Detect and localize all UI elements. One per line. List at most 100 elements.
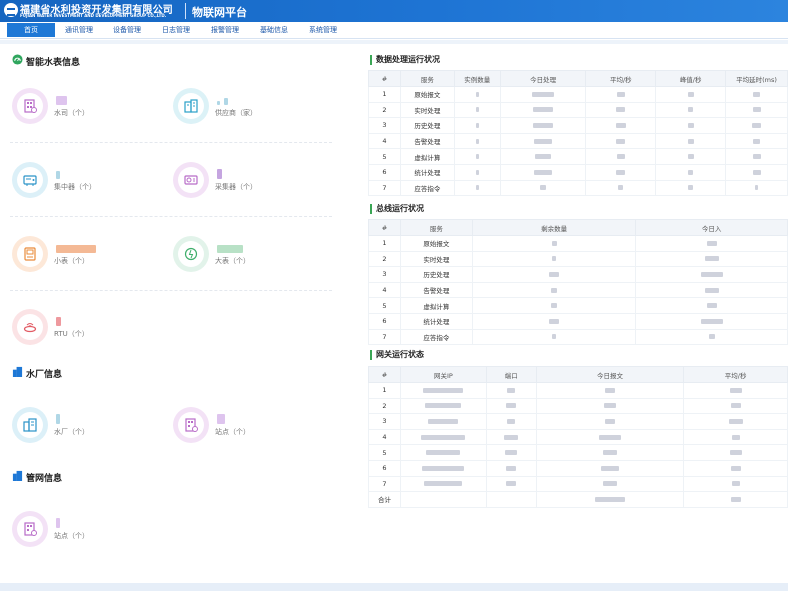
bus-row[interactable]: 1 原始报文 (368, 235, 788, 252)
blurred-value (532, 91, 555, 97)
app-root: 福建省水利投资开发集团有限公司 FUJIAN WATER INVESTMENT … (0, 0, 788, 591)
bus-row[interactable]: 4 告警处理 (368, 281, 788, 299)
row-service: 应答指令 (399, 328, 473, 346)
nav-device[interactable]: 设备管理 (113, 25, 141, 35)
platform-title: 物联网平台 (192, 6, 247, 19)
bus-row[interactable]: 2 实时处理 (368, 250, 788, 268)
large-meter-label: 大表（个） (215, 257, 250, 265)
blurred-value (598, 434, 621, 440)
top-band (0, 40, 788, 44)
col-peak-per-sec: 峰值/秒 (655, 70, 727, 87)
bus-row[interactable]: 3 历史处理 (368, 266, 788, 283)
total-label: 合计 (368, 491, 401, 508)
row-no: 6 (368, 459, 401, 477)
row-service: 原始报文 (399, 235, 473, 252)
supplier-label: 供应商（家） (215, 109, 257, 117)
bus-row[interactable]: 6 统计处理 (368, 312, 788, 330)
collector-label: 采集器（个） (215, 183, 257, 191)
data-processing-row[interactable]: 1 原始报文 (368, 86, 788, 103)
row-no: 6 (368, 163, 401, 181)
nav-log[interactable]: 日志管理 (162, 25, 190, 35)
blurred-value (688, 107, 694, 113)
card-large-meter[interactable]: 大表（个） (173, 236, 323, 286)
collector-icon (184, 175, 198, 185)
row-service: 虚拟计算 (399, 148, 455, 165)
row-service: 历史处理 (399, 117, 455, 134)
bus-row[interactable]: 7 应答指令 (368, 328, 788, 346)
nav-home[interactable]: 首页 (7, 23, 55, 37)
blurred-value (731, 434, 740, 440)
large-meter-value (217, 238, 243, 253)
blurred-value (604, 387, 615, 393)
card-water-company[interactable]: 水司（个） (12, 88, 162, 138)
data-processing-row[interactable]: 5 虚拟计算 (368, 148, 788, 165)
blurred-value (549, 318, 560, 324)
card-plant-station[interactable]: 站点（个） (173, 407, 323, 457)
row-no: 1 (368, 235, 401, 252)
blurred-value (422, 465, 465, 471)
col-service: 服务 (399, 219, 473, 236)
card-concentrator[interactable]: 集中器（个） (12, 162, 162, 212)
water-company-value (56, 90, 67, 105)
blurred-value (504, 434, 519, 440)
blurred-value (687, 138, 694, 144)
blurred-value (551, 240, 557, 246)
blurred-value (534, 138, 553, 144)
card-supplier[interactable]: 供应商（家） (173, 88, 323, 138)
data-processing-row[interactable]: 4 告警处理 (368, 132, 788, 150)
blurred-value (752, 107, 761, 113)
row-service: 应答指令 (399, 179, 455, 197)
col-service: 服务 (399, 70, 455, 87)
gateway-row[interactable]: 7 (368, 475, 788, 493)
col-today-in: 今日入 (635, 219, 788, 236)
office-icon (184, 99, 198, 113)
blurred-value (475, 154, 479, 160)
nav-system[interactable]: 系统管理 (309, 25, 337, 35)
blurred-value (729, 387, 742, 393)
gateway-title: 网关运行状态 (370, 350, 424, 360)
blurred-value (506, 403, 517, 409)
blurred-value (507, 387, 516, 393)
card-rtu[interactable]: RTU（个） (12, 309, 162, 359)
row-service: 虚拟计算 (399, 297, 473, 314)
pipe-station-value (56, 513, 60, 528)
pipe-section-title: 管网信息 (26, 474, 63, 484)
blurred-value (706, 303, 717, 309)
company-logo-icon (4, 3, 18, 17)
gateway-row[interactable]: 2 (368, 397, 788, 415)
concentrator-circle (12, 162, 48, 198)
gateway-row[interactable]: 4 (368, 428, 788, 446)
card-small-meter[interactable]: 小表（个） (12, 236, 162, 286)
gateway-row[interactable]: 6 (368, 459, 788, 477)
header-bar: 福建省水利投资开发集团有限公司 FUJIAN WATER INVESTMENT … (0, 0, 788, 22)
blurred-value (687, 122, 694, 128)
blurred-value (506, 465, 517, 471)
card-water-plant[interactable]: 水厂（个） (12, 407, 162, 457)
card-pipe-station[interactable]: 站点（个） (12, 511, 162, 561)
blurred-value (687, 91, 694, 97)
data-processing-row[interactable]: 7 应答指令 (368, 179, 788, 197)
card-collector[interactable]: 采集器（个） (173, 162, 323, 212)
gateway-row[interactable]: 3 (368, 413, 788, 430)
nav-basic-info[interactable]: 基础信息 (260, 25, 288, 35)
nav-communication[interactable]: 通讯管理 (65, 25, 93, 35)
blurred-value (706, 240, 717, 246)
building-icon (24, 99, 37, 113)
blurred-value (505, 450, 518, 456)
rtu-icon (23, 323, 37, 333)
nav-alarm[interactable]: 报警管理 (211, 25, 239, 35)
gateway-row[interactable]: 5 (368, 444, 788, 461)
blurred-value (475, 185, 479, 191)
collector-value (217, 164, 222, 179)
plant-icon (23, 418, 37, 432)
gateway-row[interactable]: 1 (368, 382, 788, 399)
col-no: # (368, 70, 401, 87)
data-processing-row[interactable]: 3 历史处理 (368, 117, 788, 134)
data-processing-row[interactable]: 6 统计处理 (368, 163, 788, 181)
bus-row[interactable]: 5 虚拟计算 (368, 297, 788, 314)
blurred-value (700, 318, 723, 324)
data-processing-row[interactable]: 2 实时处理 (368, 101, 788, 119)
blurred-value (616, 154, 625, 160)
blurred-value (704, 287, 719, 293)
blurred-value (594, 496, 625, 502)
